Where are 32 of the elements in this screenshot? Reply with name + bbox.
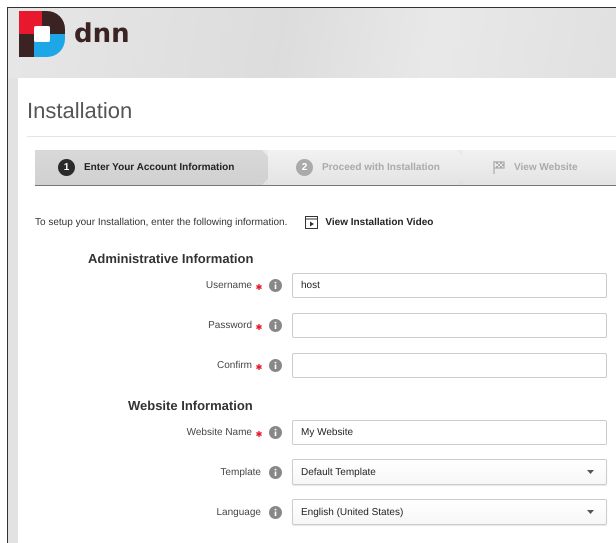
logo-icon (19, 11, 65, 57)
text-field[interactable] (292, 312, 607, 338)
field-label: Website Name (186, 426, 252, 438)
text-field[interactable]: host (292, 272, 607, 298)
caret-icon (587, 470, 594, 474)
section-heading: Administrative Information (88, 251, 254, 266)
caret-icon (587, 510, 594, 514)
wizard-step: View Website (463, 150, 616, 185)
dropdown-field[interactable]: English (United States) (292, 499, 607, 525)
field-label: Username (206, 280, 252, 290)
info-icon[interactable] (269, 466, 282, 478)
video-icon (305, 216, 318, 229)
logo-wordmark: dnn (74, 21, 130, 47)
info-icon[interactable] (269, 506, 282, 518)
info-icon[interactable] (269, 318, 282, 332)
intro-text: To setup your Installation, enter the following information. (35, 217, 288, 228)
field-label: Confirm (216, 360, 252, 370)
field-label: Language (216, 506, 261, 518)
field-label: Template (220, 466, 261, 478)
page-title: Installation (27, 78, 616, 137)
field-label: Password (208, 320, 252, 330)
info-icon[interactable] (269, 358, 282, 372)
video-link[interactable]: View Installation Video (325, 217, 434, 228)
info-icon[interactable] (269, 278, 282, 292)
info-icon[interactable] (269, 426, 282, 438)
step-number: 2 (296, 159, 313, 176)
text-field[interactable] (292, 352, 607, 378)
flag-icon (493, 161, 505, 174)
section-heading: Website Information (128, 398, 254, 413)
dropdown-field[interactable]: Default Template (292, 459, 607, 485)
text-field[interactable]: My Website (292, 420, 607, 444)
step-number: 1 (58, 159, 75, 176)
